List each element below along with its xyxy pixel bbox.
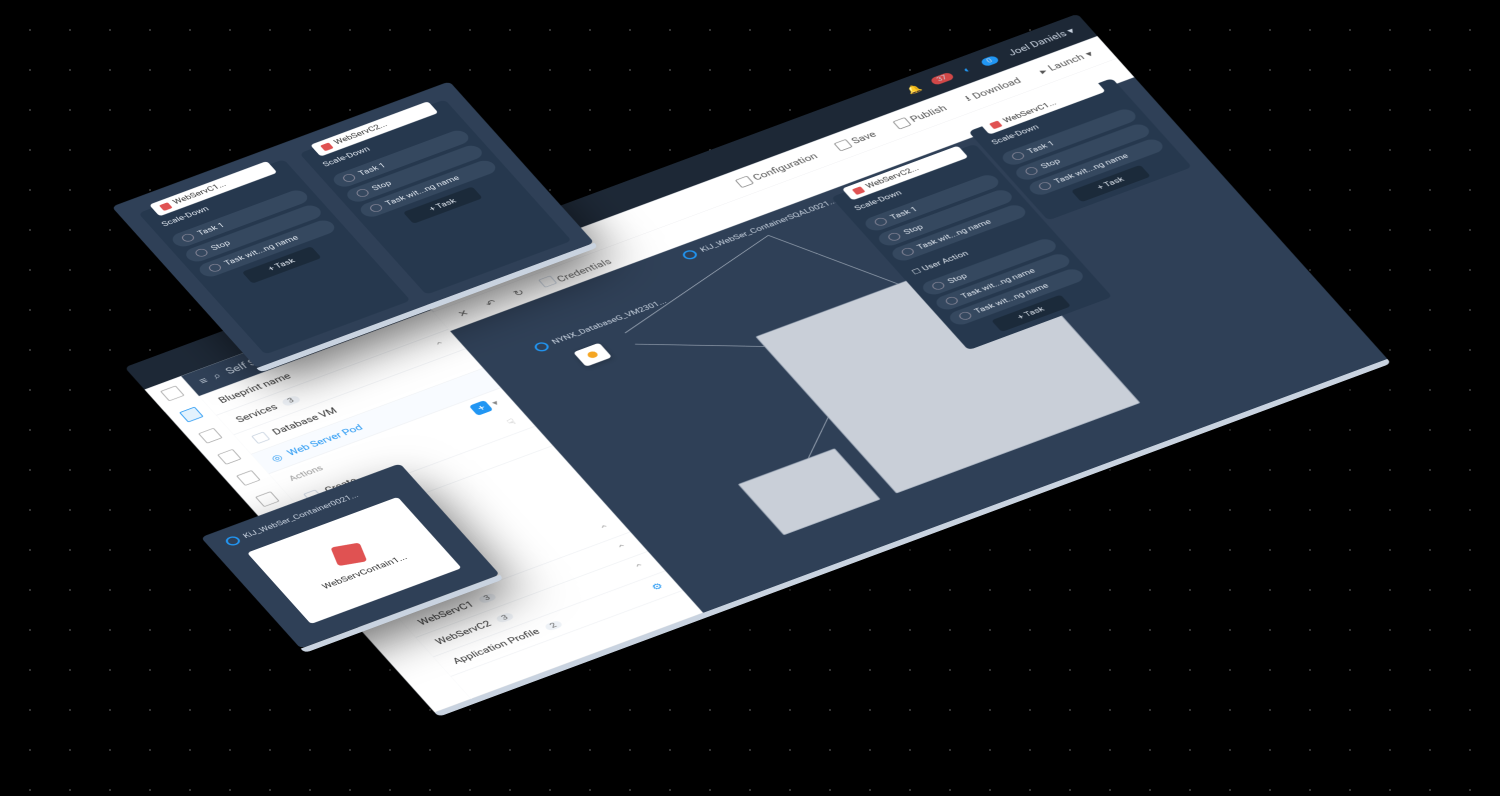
play-icon [341,173,357,184]
db-icon [586,350,600,359]
stop-icon [193,247,209,258]
stop-icon [930,281,946,292]
save-icon [834,139,853,151]
cube-icon [159,202,173,211]
sync-icon[interactable]: ◐ [960,64,973,74]
bell-icon[interactable]: 🔔 [904,83,924,96]
container-card[interactable]: WebServContain1... [247,497,462,624]
publish-icon [892,117,911,129]
play-icon [368,203,384,214]
play-icon [1010,151,1026,162]
play-icon [944,296,960,307]
canvas-container-small[interactable] [738,448,881,535]
chevron-up-icon: ⌃ [433,340,449,351]
rail-library-icon[interactable] [217,449,242,465]
save-button[interactable]: Save [834,130,879,152]
play-icon [1037,181,1053,192]
stop-icon [1023,166,1039,177]
rail-settings-icon[interactable] [236,470,261,486]
cube-icon [989,120,1003,129]
play-icon [180,232,196,243]
node-ring-icon [532,341,551,353]
rail-apps-icon[interactable] [160,385,185,401]
cube-icon [852,186,866,195]
cube-icon [320,142,334,151]
canvas[interactable]: NYNX_DatabaseG_VM2301... KiJ_WebSer_Cont… [450,77,1387,613]
play-icon [900,247,916,258]
container-card-label: WebServContain1... [320,553,410,591]
rail-market-icon[interactable] [198,428,223,444]
play-icon [873,217,889,228]
chevron-down-icon[interactable]: ▾ [489,398,500,407]
notif-badge[interactable]: 37 [930,72,955,86]
badge-secondary: 0 [979,55,1000,67]
hamburger-icon[interactable]: ≡ [196,375,211,386]
undo-icon[interactable]: ↶ [483,298,499,309]
vm-icon [251,432,270,444]
target-icon: ◎ [269,452,285,463]
play-icon [957,311,973,322]
stop-icon [886,232,902,243]
node-database-card[interactable] [573,343,612,367]
chevron-up-icon: ⌃ [597,523,613,534]
container-cube-icon [330,542,367,566]
node-ring-icon [223,535,242,547]
cursor-icon: ☟ [505,417,518,427]
gear-icon [735,176,754,188]
redo-icon[interactable]: ↻ [511,287,527,298]
rail-blueprint-icon[interactable] [179,407,204,423]
node-ring-icon [680,249,699,261]
close-icon[interactable]: ✕ [455,308,471,319]
rail-gear-icon[interactable] [255,491,280,507]
search-icon: ⌕ [210,371,224,382]
stop-icon [354,188,370,199]
add-action-button[interactable]: + [469,400,494,416]
play-icon [207,263,223,274]
